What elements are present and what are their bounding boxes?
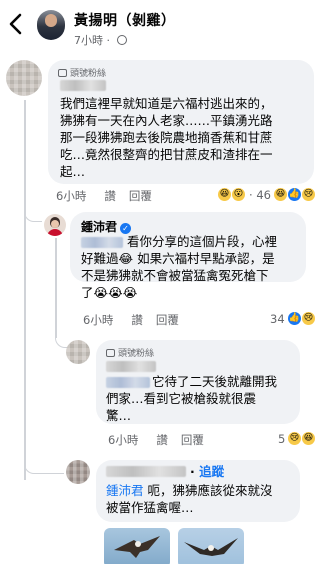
comment-line: 狒狒有一天在內人老家……平鎮湧光路 [60,113,273,128]
badge-icon [106,349,115,357]
comment-line: 吃…竟然很整齊的把甘蔗皮和渣排在一 [60,147,273,162]
haha-reaction-icon: 😆 [218,188,231,201]
reaction-count[interactable]: 34 [270,312,285,326]
badge-label: 頭號粉絲 [118,349,155,359]
haha-reaction-icon: 😆 [302,432,315,445]
redacted-name [106,466,186,477]
reply-actions: 6小時 讚回覆 [108,432,217,448]
comment-line: 了😭😭😭 [81,285,138,300]
comment-line: 被當作猛禽喔… [106,500,194,515]
comment-line: 我們這裡早就知道是六福村逃出來的， [60,96,273,111]
comment-line: 不是狒狒就不會被當猛禽冤死槍下 [81,268,269,283]
comment-time[interactable]: 6小時 [83,313,113,327]
thread-connector [24,200,42,222]
badge-icon [58,69,67,77]
reply-actions: 6小時 讚回覆 [83,312,192,328]
wow-reaction-icon: 😮 [232,188,245,201]
comment-line: 起… [60,164,86,179]
reaction-count[interactable]: · 46 [249,188,271,202]
comment-line: 們家…看到它被槍殺就很震 [106,391,257,406]
globe-icon [116,35,127,45]
comment-line: 好難過😂 如果六福村早點承認，是 [81,251,275,266]
top-fan-badge: 頭號粉絲 [58,66,106,79]
sad-reaction-icon: 😢 [288,432,301,445]
follow-button[interactable]: 追蹤 [199,464,224,479]
thread-line [55,238,57,338]
comment-line: 驚… [106,408,132,423]
author-avatar[interactable] [37,10,65,40]
sad-reaction-icon: 😢 [302,188,315,201]
bird-photo-icon [184,538,238,556]
reply-button[interactable]: 回覆 [181,433,204,447]
redacted-name [60,80,106,91]
comment-time[interactable]: 6小時 [108,433,138,447]
comment-line: 它待了二天後就離開我 [152,374,278,389]
reaction-count[interactable]: 5 [278,432,285,446]
like-button[interactable]: 讚 [156,433,168,447]
reaction-count-value: 46 [256,188,271,202]
redacted-name [106,361,156,372]
comment-time[interactable]: 6小時 [56,189,86,203]
attached-image-bird-2[interactable] [178,528,244,564]
reply-text: 它待了二天後就離開我 們家…看到它被槍殺就很震 驚… [106,373,298,424]
haha-reaction-icon: 😆 [274,188,287,201]
reply-author-avatar[interactable] [44,214,66,236]
post-header: 黃揚明（剝雞） 7小時 · [0,0,319,52]
reply-text: 鍾沛君 呃，狒狒應該從來就沒 被當作猛禽喔… [106,482,298,516]
comment-line: 那一段狒狒跑去後院農地摘香蕉和甘蔗 [60,130,273,145]
top-fan-badge: 頭號粉絲 [106,346,154,359]
thread-line [24,100,26,480]
reply-text: 看你分享的這個片段，心裡 好難過😂 如果六福村早點承認，是 不是狒狒就不會被當猛… [81,233,305,301]
like-reaction-icon: 👍 [288,312,301,325]
follow-link[interactable]: · 追蹤 [190,463,224,480]
comment-actions: 6小時 讚回覆 [56,188,165,204]
post-meta: 7小時 · [74,32,127,48]
like-button[interactable]: 讚 [131,313,143,327]
comment-line: 呃，狒狒應該從來就沒 [143,483,273,498]
chevron-left-icon[interactable] [6,12,26,36]
thread-connector [55,328,67,348]
bird-photo-icon [114,536,160,558]
reply-author-avatar[interactable] [66,460,90,484]
author-name[interactable]: 黃揚明（剝雞） [74,10,176,30]
thread-connector [24,452,64,474]
reply-author-label: 鍾沛君 [81,220,118,234]
comment-text: 我們這裡早就知道是六福村逃出來的， 狒狒有一天在內人老家……平鎮湧光路 那一段狒… [60,95,310,180]
sad-reaction-icon: 😢 [302,312,315,325]
reply-author-avatar[interactable] [66,340,90,364]
reply-button[interactable]: 回覆 [156,313,179,327]
reply-button[interactable]: 回覆 [129,189,152,203]
mention-link[interactable]: 鍾沛君 [106,483,144,498]
comment-line: 看你分享的這個片段，心裡 [127,234,278,249]
like-button[interactable]: 讚 [104,189,116,203]
badge-label: 頭號粉絲 [70,69,107,79]
commenter-avatar[interactable] [6,60,42,96]
post-time[interactable]: 7小時 [74,34,103,47]
like-reaction-icon: 👍 [288,188,301,201]
attached-image-bird-1[interactable] [104,528,170,564]
